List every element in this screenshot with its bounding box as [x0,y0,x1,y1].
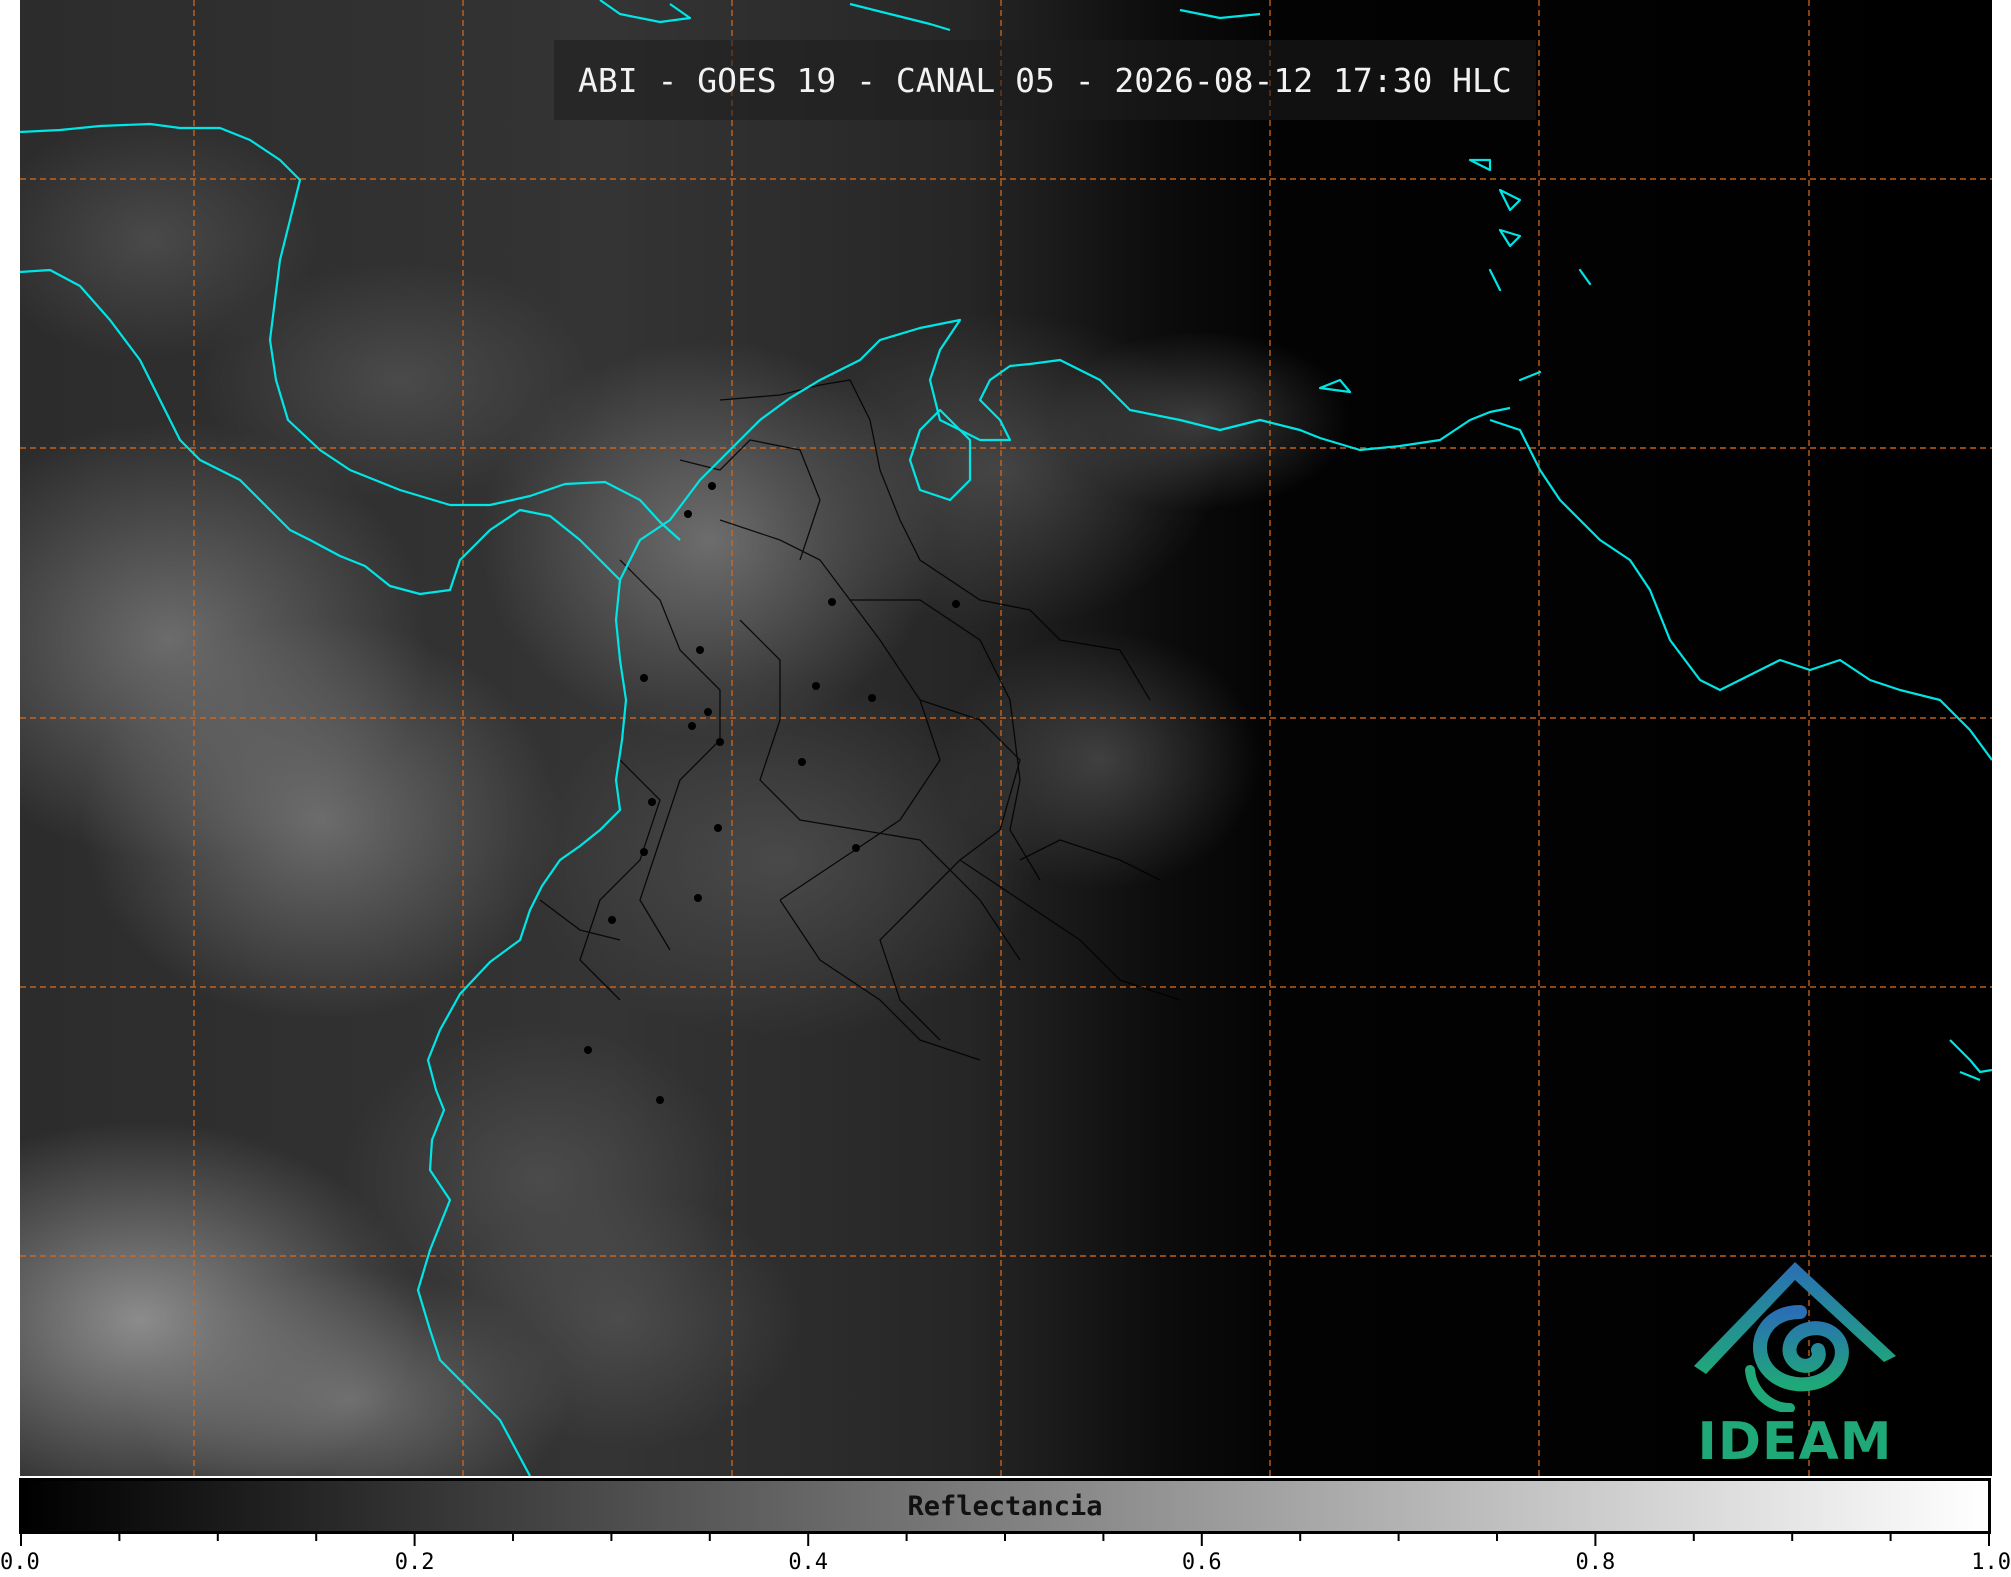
ideam-logo-icon [1694,1262,1896,1413]
map-title: ABI - GOES 19 - CANAL 05 - 2026-08-12 17… [554,40,1536,120]
colorbar-axis: 0.0 0.2 0.4 0.6 0.8 1.0 [0,1534,2011,1575]
satellite-map[interactable]: ABI - GOES 19 - CANAL 05 - 2026-08-12 17… [20,0,1992,1476]
colorbar-tick-label: 0.8 [1576,1550,1616,1575]
colorbar-tick-label: 0.4 [788,1550,828,1575]
ideam-logo-text: IDEAM [1697,1412,1893,1472]
colorbar-tick-label: 0.0 [0,1550,40,1575]
colorbar: Reflectancia [19,1478,1991,1534]
ideam-logo: IDEAM [1680,1252,1910,1474]
colorbar-tick-label: 0.6 [1182,1550,1222,1575]
colorbar-tick-label: 1.0 [1971,1550,2011,1575]
colorbar-label: Reflectancia [907,1490,1103,1522]
colorbar-tick-label: 0.2 [395,1550,435,1575]
